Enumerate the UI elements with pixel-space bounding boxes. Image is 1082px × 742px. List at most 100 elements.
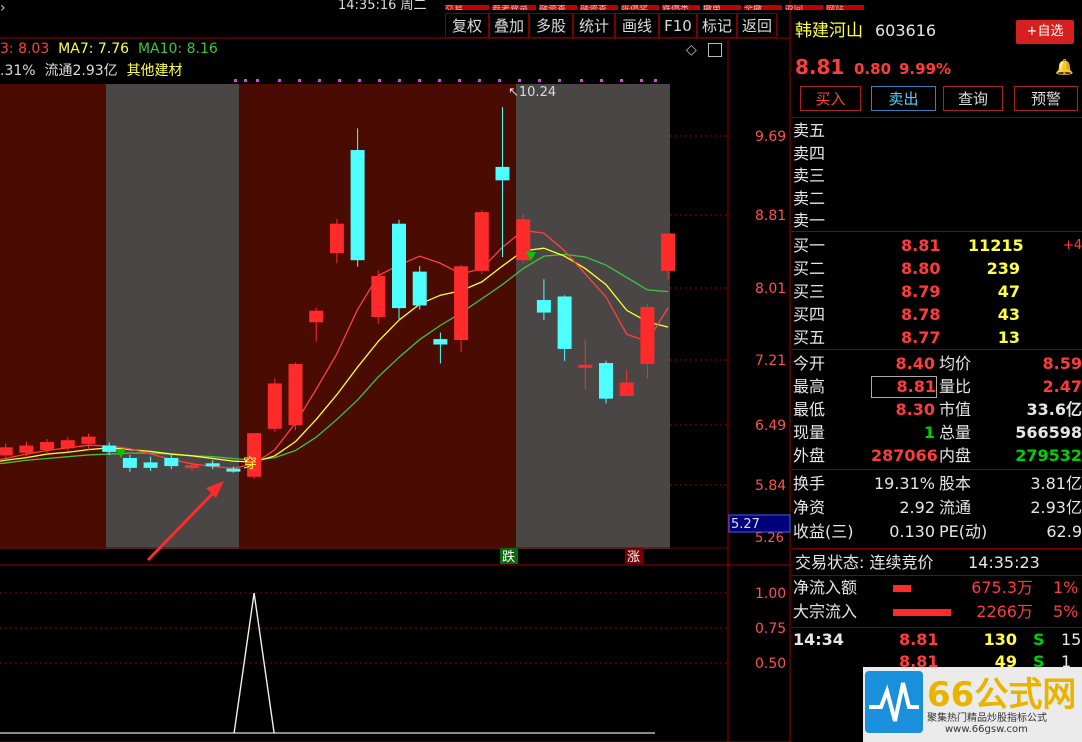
toolbar-button-0[interactable]: 复权 [445,13,489,38]
bell-icon[interactable]: 🔔 [1055,58,1074,76]
candle-body [60,440,75,449]
bid-level-label[interactable]: 买五 [793,327,825,349]
candle-body [309,310,324,323]
marker-dot [518,79,521,82]
candle-body [288,363,303,426]
bid-price[interactable]: 8.81 [901,235,940,257]
alert-button[interactable]: 预警 [1014,86,1078,111]
toolbar-button-5[interactable]: F10 [659,13,697,38]
stat-value: 2.47 [1042,377,1082,396]
bid-price[interactable]: 8.80 [901,258,940,280]
candle-body [40,442,55,451]
top-strip-tab[interactable]: 融资查 [580,5,618,10]
top-strip-tab[interactable]: 参考登录 [492,5,536,10]
bid-volume: 43 [997,305,1020,324]
price-tick-label: 6.49 [755,418,786,434]
tick-count: 15 [1061,630,1082,649]
band-gray [106,84,239,549]
fund-label: 流通 [939,498,972,517]
marker-dot [278,79,281,82]
stat-value: 8.81 [871,376,937,398]
toolbar-button-6[interactable]: 标记 [697,13,737,38]
indicator-tick-label: 0.50 [755,656,786,672]
collapse-chevron-icon[interactable]: › [0,0,10,16]
marker-dot [600,79,603,82]
turnover-value: .31% [0,63,36,79]
query-button[interactable]: 查询 [943,86,1003,111]
stat-label: 今开 [793,354,826,373]
ask-level-label[interactable]: 卖二 [793,188,825,210]
marker-dot [620,79,623,82]
price-tick-label: 7.21 [755,353,786,369]
flow-value: 2266万 [976,602,1033,621]
marker-dot [298,79,301,82]
sell-button[interactable]: 卖出 [871,86,936,111]
bid-level-label[interactable]: 买二 [793,258,825,280]
stat-value: 8.30 [895,400,935,419]
stat-value: 1 [923,423,935,442]
toolbar-button-3[interactable]: 统计 [573,13,615,38]
bid-price[interactable]: 8.77 [901,327,940,349]
top-strip-tab[interactable]: 张停奖 [621,5,659,10]
bid-volume: 239 [986,259,1020,278]
buy-button[interactable]: 买入 [800,86,861,111]
watermark-logo: 66公式网 聚集热门精品炒股指标公式 www.66gsw.com [863,667,1082,742]
add-watchlist-button[interactable]: +自选 [1016,20,1074,44]
trade-status-time: 14:35:23 [968,553,1040,572]
flow-bar [893,585,911,592]
bid-level-label[interactable]: 买四 [793,304,825,326]
marker-dot [438,79,441,82]
watermark-tagline: 聚集热门精品炒股指标公式 [927,713,1047,724]
ask-level-label[interactable]: 卖四 [793,143,825,165]
flow-label: 大宗流入 [793,602,858,621]
tick-volume: 130 [983,630,1017,649]
stat-label: 市值 [939,400,972,419]
marker-dot [498,79,501,82]
candle-body [578,364,593,368]
candle-body [454,266,469,341]
toolbar-button-4[interactable]: 画线 [615,13,659,38]
candle-body [122,457,137,468]
diamond-icon[interactable]: ◇ [686,42,697,58]
stat-label: 最高 [793,377,826,396]
bid-level-label[interactable]: 买三 [793,281,825,303]
top-strip-tab[interactable]: 融资查 [539,5,577,10]
ma7-value: MA7: 7.76 [58,41,130,57]
ask-level-label[interactable]: 卖三 [793,165,825,187]
toolbar-button-1[interactable]: 叠加 [489,13,529,38]
stat-label: 量比 [939,377,972,396]
candle-body [205,463,220,467]
stat-value: 287066 [871,446,938,465]
toolbar-button-2[interactable]: 多股 [529,13,573,38]
bid-volume: 11215 [968,236,1024,255]
window-icon[interactable] [708,43,722,57]
top-strip-tab[interactable]: 全撤 [744,5,782,10]
sector-label[interactable]: 其他建材 [127,63,183,79]
ask-level-label[interactable]: 卖五 [793,120,825,142]
toolbar-button-7[interactable]: 返回 [737,13,777,38]
top-strip-tab[interactable]: 撤单 [703,5,741,10]
candle-body [371,276,386,318]
bid-price[interactable]: 8.78 [901,304,940,326]
candle-body [536,300,551,313]
candle-body [226,468,241,472]
fall-badge: 跌 [502,549,515,565]
tick-price: 8.81 [899,630,939,649]
clock-fragment: 14:35:16 周二 [338,0,427,13]
ma10-value: MA10: 8.16 [137,41,218,57]
stat-value: 8.40 [895,354,935,373]
ask-level-label[interactable]: 卖一 [793,210,825,232]
top-strip-tab[interactable]: 网站 [826,5,864,10]
top-strip-tab[interactable]: 跌停类 [662,5,700,10]
stat-label: 最低 [793,400,826,419]
fund-label: 收益(三) [793,522,854,541]
bid-price[interactable]: 8.79 [901,281,940,303]
quote-panel: 韩建河山 603616 +自选 8.81 0.80 9.99% 🔔 买入 卖出 … [791,13,1082,742]
candle-body [474,212,489,271]
bid-level-label[interactable]: 买一 [793,235,825,257]
stat-value: 279532 [1015,446,1082,465]
signal-label: 穿 [243,456,257,472]
top-strip-tab[interactable]: 返回 [785,5,823,10]
top-order-strip[interactable]: 交易 参考登录 融资查 融资查 张停奖 跌停类 撤单 全撤 返回 网站 [445,0,955,10]
top-strip-tab[interactable]: 交易 [445,5,489,10]
